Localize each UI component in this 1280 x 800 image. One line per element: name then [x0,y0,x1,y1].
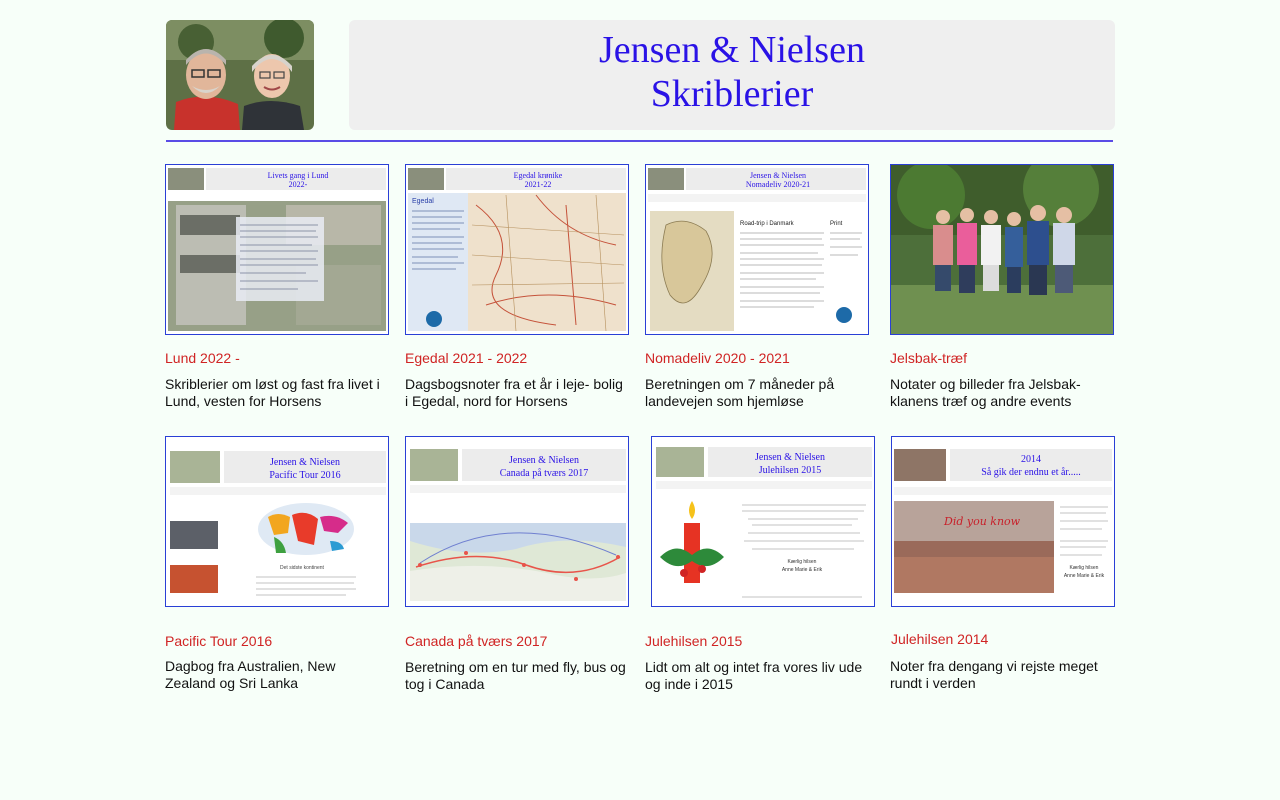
card-pacific-title[interactable]: Pacific Tour 2016 [165,633,272,649]
card-canada-thumb-heading2: Canada på tværs 2017 [500,468,589,479]
card-julehilsen-2015-title[interactable]: Julehilsen 2015 [645,633,742,649]
card-julehilsen-2014-thumb-greeting: Kærlig hilsen [1070,565,1099,571]
card-egedal-thumb-heading2: 2021-22 [525,180,552,189]
card-lund-description: Skriblerier om løst og fast fra livet i … [165,376,380,409]
card-julehilsen-2015-thumb-greeting: Kærlig hilsen [788,559,817,565]
card-lund-thumb-heading1: Livets gang i Lund [268,171,329,180]
card-egedal-thumb-side-label: Egedal [412,198,434,205]
card-canada-thumbnail[interactable]: Jensen & Nielsen Canada på tværs 2017 [405,436,629,607]
card-canada-description: Beretning om en tur med fly, bus og tog … [405,659,626,692]
card-julehilsen-2014-thumbnail[interactable]: 2014 Så gik der endnu et år..... Did you… [891,436,1115,607]
card-julehilsen-2014-thumb-heading1: 2014 [1021,454,1041,465]
card-jelsbak-description: Notater og billeder fra Jelsbak-klanens … [890,376,1081,409]
card-lund-thumb-heading2: 2022- [289,180,308,189]
card-julehilsen-2015-thumb-names: Anne Marie & Erik [782,567,823,573]
card-julehilsen-2015-description: Lidt om alt og intet fra vores liv ude o… [645,659,863,692]
card-julehilsen-2014-thumb-names: Anne Marie & Erik [1064,573,1105,579]
card-jelsbak-title[interactable]: Jelsbak-træf [890,350,967,366]
card-egedal-title[interactable]: Egedal 2021 - 2022 [405,350,527,366]
header-divider [166,140,1113,142]
card-pacific-thumb-caption: Det sidste kontinent [280,565,325,571]
card-nomadeliv-thumb-heading1: Jensen & Nielsen [750,171,806,180]
site-title-banner: Jensen & Nielsen Skriblerier [349,20,1115,130]
card-julehilsen-2015-thumb-heading2: Julehilsen 2015 [759,465,822,476]
card-nomadeliv-title[interactable]: Nomadeliv 2020 - 2021 [645,350,790,366]
site-title-line2: Skriblerier [650,73,814,115]
card-jelsbak-thumbnail[interactable] [890,164,1114,335]
card-nomadeliv-thumbnail[interactable]: Jensen & Nielsen Nomadeliv 2020-21 Road-… [645,164,869,335]
header-photo-avatar [166,20,314,130]
card-egedal-description: Dagsbogsnoter fra et år i leje- bolig i … [405,376,623,409]
card-egedal-thumbnail[interactable]: Egedal krønike 2021-22 Egedal [405,164,629,335]
card-julehilsen-2014-thumb-heading2: Så gik der endnu et år..... [981,467,1080,478]
card-julehilsen-2014-thumb-script: Did you know [943,515,1021,528]
card-julehilsen-2014-description: Noter fra dengang vi rejste meget rundt … [890,658,1098,691]
card-nomadeliv-thumb-side-heading: Print [830,221,843,227]
card-lund-title[interactable]: Lund 2022 - [165,350,240,366]
card-nomadeliv-description: Beretningen om 7 måneder på landevejen s… [645,376,835,409]
card-julehilsen-2015-thumbnail[interactable]: Jensen & Nielsen Julehilsen 2015 Kærlig … [651,436,875,607]
card-nomadeliv-thumb-col-heading: Road-trip i Danmark [740,221,795,227]
site-title-line1: Jensen & Nielsen [599,29,865,71]
card-pacific-description: Dagbog fra Australien, New Zealand og Sr… [165,658,336,691]
card-egedal-thumb-heading1: Egedal krønike [514,171,563,180]
card-julehilsen-2014-title[interactable]: Julehilsen 2014 [891,631,988,647]
card-lund-thumbnail[interactable]: Livets gang i Lund 2022- [165,164,389,335]
card-pacific-thumb-heading2: Pacific Tour 2016 [269,470,340,481]
card-julehilsen-2015-thumb-heading1: Jensen & Nielsen [755,452,825,463]
card-pacific-thumbnail[interactable]: Jensen & Nielsen Pacific Tour 2016 Det s… [165,436,389,607]
card-canada-thumb-heading1: Jensen & Nielsen [509,455,579,466]
card-pacific-thumb-heading1: Jensen & Nielsen [270,457,340,468]
card-canada-title[interactable]: Canada på tværs 2017 [405,633,547,649]
card-nomadeliv-thumb-heading2: Nomadeliv 2020-21 [746,180,810,189]
